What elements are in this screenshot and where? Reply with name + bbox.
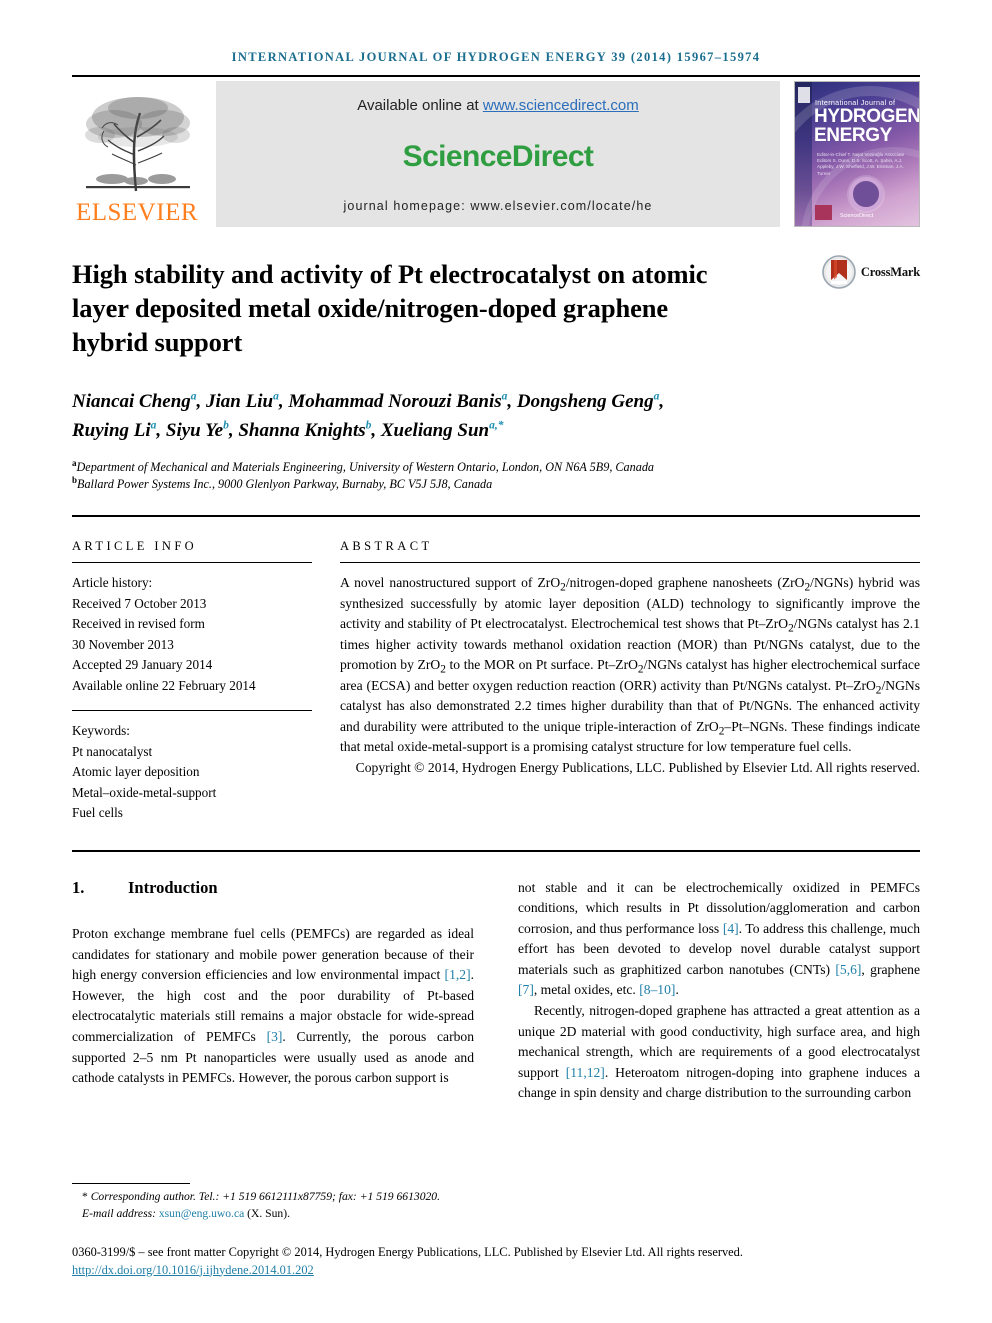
crossmark-icon (822, 255, 856, 289)
affiliation-text: Department of Mechanical and Materials E… (76, 460, 655, 474)
journal-homepage-line[interactable]: journal homepage: www.elsevier.com/locat… (344, 199, 653, 213)
sciencedirect-wordmark[interactable]: ScienceDirect (403, 140, 594, 174)
header-rule (72, 75, 920, 77)
body-column-right: not stable and it can be electrochemical… (518, 878, 920, 1105)
journal-cover-thumbnail: International Journal of HYDROGEN ENERGY… (794, 81, 920, 227)
abstract-rule (340, 562, 920, 563)
body-columns: 1. Introduction Proton exchange membrane… (72, 878, 920, 1105)
elsevier-wordmark: ELSEVIER (75, 199, 199, 226)
section-number: 1. (72, 877, 85, 897)
keywords-rule (72, 710, 312, 711)
corresponding-author-note: * Corresponding author. Tel.: +1 519 661… (72, 1189, 920, 1222)
column-gutter (312, 539, 340, 824)
article-history: Article history: Received 7 October 2013… (72, 573, 312, 696)
affiliation-list: aDepartment of Mechanical and Materials … (72, 458, 920, 493)
affiliation-item: aDepartment of Mechanical and Materials … (72, 458, 920, 476)
info-abstract-section: Article info Article history: Received 7… (72, 539, 920, 824)
abstract-column: Abstract A novel nanostructured support … (340, 539, 920, 824)
keywords-block: Keywords: Pt nanocatalyst Atomic layer d… (72, 721, 312, 824)
article-info-rule (72, 562, 312, 563)
crossmark-badge[interactable]: CrossMark (822, 255, 920, 289)
footnote-rule (72, 1183, 190, 1184)
available-online-line: Available online at www.sciencedirect.co… (357, 97, 639, 114)
cover-ijhe-badge-icon (815, 205, 832, 220)
article-info-heading: Article info (72, 539, 198, 553)
email-link[interactable]: xsun@eng.uwo.ca (159, 1207, 244, 1220)
paragraph: Proton exchange membrane fuel cells (PEM… (72, 926, 474, 1086)
cover-title-big: HYDROGEN ENERGY (814, 106, 920, 146)
keyword-item: Metal–oxide-metal-support (72, 784, 217, 800)
article-info-column: Article info Article history: Received 7… (72, 539, 312, 824)
affiliation-item: bBallard Power Systems Inc., 9000 Glenly… (72, 475, 920, 493)
running-head: International Journal of Hydrogen Energy… (231, 50, 761, 64)
sciencedirect-url-link[interactable]: www.sciencedirect.com (483, 97, 639, 114)
history-item: 30 November 2013 (72, 636, 174, 652)
cover-title-line2: ENERGY (814, 125, 892, 146)
body-column-left: 1. Introduction Proton exchange membrane… (72, 878, 474, 1105)
email-label: E-mail address: (82, 1206, 156, 1220)
cover-sciencedirect-mark: ScienceDirect (840, 213, 874, 219)
abstract-heading: Abstract (340, 539, 433, 553)
author-list: Niancai Chenga, Jian Liua, Mohammad Noro… (72, 390, 665, 441)
frontmatter-copyright: 0360-3199/$ – see front matter Copyright… (72, 1245, 743, 1259)
history-item: Received in revised form (72, 616, 205, 631)
sciencedirect-banner: Available online at www.sciencedirect.co… (216, 81, 780, 227)
elsevier-logo: ELSEVIER (72, 81, 202, 227)
page-footer: * Corresponding author. Tel.: +1 519 661… (72, 1183, 920, 1279)
history-item: Available online 22 February 2014 (72, 677, 256, 693)
available-online-prefix: Available online at (357, 97, 483, 114)
crossmark-label: CrossMark (860, 264, 920, 279)
paper-page: International Journal of Hydrogen Energy… (0, 0, 992, 1323)
affiliation-text: Ballard Power Systems Inc., 9000 Glenlyo… (77, 477, 493, 491)
keyword-item: Pt nanocatalyst (72, 743, 153, 759)
title-zone: High stability and activity of Pt electr… (72, 255, 920, 359)
abstract-bottom-rule (72, 849, 920, 852)
cover-elsevier-mark-icon (798, 87, 810, 103)
history-item: Received 7 October 2013 (72, 595, 207, 611)
cover-editors-text: Editor-in-Chief T. Nejat Veziroğlu Assoc… (817, 152, 905, 176)
affiliation-rule (72, 515, 920, 517)
abstract-copyright: Copyright © 2014, Hydrogen Energy Public… (355, 759, 920, 775)
cover-ring-graphic (849, 177, 883, 211)
cover-title-line1: HYDROGEN (814, 106, 920, 127)
keywords-label: Keywords: (72, 723, 130, 738)
elsevier-tree-icon (85, 97, 190, 192)
history-item: Accepted 29 January 2014 (72, 657, 213, 672)
paragraph: not stable and it can be electrochemical… (518, 879, 920, 998)
article-history-label: Article history: (72, 575, 153, 590)
email-line: E-mail address: xsun@eng.uwo.ca (X. Sun)… (82, 1206, 920, 1223)
keyword-item: Fuel cells (72, 805, 123, 820)
masthead: ELSEVIER Available online at www.science… (72, 81, 920, 227)
abstract-text: A novel nanostructured support of ZrO2/n… (340, 575, 921, 754)
corresponding-author-line: * Corresponding author. Tel.: +1 519 661… (82, 1190, 440, 1203)
email-owner: (X. Sun). (247, 1206, 290, 1220)
frontmatter-block: 0360-3199/$ – see front matter Copyright… (72, 1244, 920, 1279)
keyword-item: Atomic layer deposition (72, 764, 200, 779)
doi-link[interactable]: http://dx.doi.org/10.1016/j.ijhydene.201… (72, 1263, 314, 1277)
page-title: High stability and activity of Pt electr… (72, 259, 708, 357)
section-title: Introduction (128, 877, 218, 897)
section-heading-introduction: 1. Introduction (72, 878, 474, 899)
paragraph: Recently, nitrogen-doped graphene has at… (518, 1003, 920, 1101)
